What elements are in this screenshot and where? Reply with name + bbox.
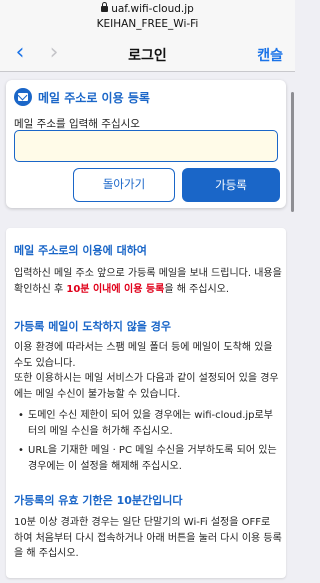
list-item: URL을 기재한 메일 · PC 메일 수신을 거부하도록 되어 있는 경우에는… xyxy=(14,443,282,474)
card-title: 메일 주소로 이용 등록 xyxy=(38,91,150,105)
navigation-row: ‹ › 로그인 캔슬 xyxy=(0,40,295,68)
info-card: 메일 주소로의 이용에 대하여 입력하신 메일 주소 앞으로 가등록 메일을 보… xyxy=(6,228,286,578)
browser-top-bar: uaf.wifi-cloud.jp KEIHAN_FREE_Wi-Fi ‹ › … xyxy=(0,0,295,72)
email-registration-card: 메일 주소로 이용 등록 메일 주소를 입력해 주십시오 돌아가기 가등록 xyxy=(6,80,286,208)
lock-icon xyxy=(101,2,109,12)
info-paragraph-1: 입력하신 메일 주소 앞으로 가등록 메일을 보내 드립니다. 내용을 확인하신… xyxy=(14,266,282,297)
info-heading-email-usage: 메일 주소로의 이용에 대하여 xyxy=(14,244,147,257)
ten-minute-highlight: 10분 이내에 이용 등록 xyxy=(66,283,165,295)
info-paragraph-1-text-b: 을 해 주십시오. xyxy=(164,283,230,295)
network-name: KEIHAN_FREE_Wi-Fi xyxy=(96,18,199,30)
page-title: 로그인 xyxy=(128,48,167,64)
provisional-register-button[interactable]: 가등록 xyxy=(182,168,280,202)
info-paragraph-2: 이용 환경에 따라서는 스팸 메일 폴더 등에 메일이 도착해 있을 수도 있습… xyxy=(14,342,273,369)
back-button[interactable]: 돌아가기 xyxy=(73,168,175,202)
email-input-label: 메일 주소를 입력해 주십시오 xyxy=(14,118,140,130)
url-bar[interactable]: uaf.wifi-cloud.jp xyxy=(0,2,295,15)
cancel-button[interactable]: 캔슬 xyxy=(257,45,283,65)
url-text: uaf.wifi-cloud.jp xyxy=(111,3,194,15)
list-item: 도메인 수신 제한이 되어 있을 경우에는 wifi-cloud.jp로부터의 … xyxy=(14,408,282,439)
info-heading-not-received: 가등록 메일이 도착하지 않을 경우 xyxy=(14,320,171,333)
settings-bullet-list: 도메인 수신 제한이 되어 있을 경우에는 wifi-cloud.jp로부터의 … xyxy=(14,408,282,478)
email-input[interactable] xyxy=(14,130,278,162)
info-paragraph-3: 또한 이용하시는 메일 서비스가 다음과 같이 설정되어 있을 경우에는 메일 … xyxy=(14,373,279,400)
mail-icon xyxy=(14,88,32,106)
info-heading-expiry: 가등록의 유효 기한은 10분간입니다 xyxy=(14,494,183,507)
scrollbar[interactable] xyxy=(291,92,294,212)
info-paragraph-4: 10분 이상 경과한 경우는 일단 단말기의 Wi-Fi 설정을 OFF로 하여… xyxy=(14,517,282,559)
